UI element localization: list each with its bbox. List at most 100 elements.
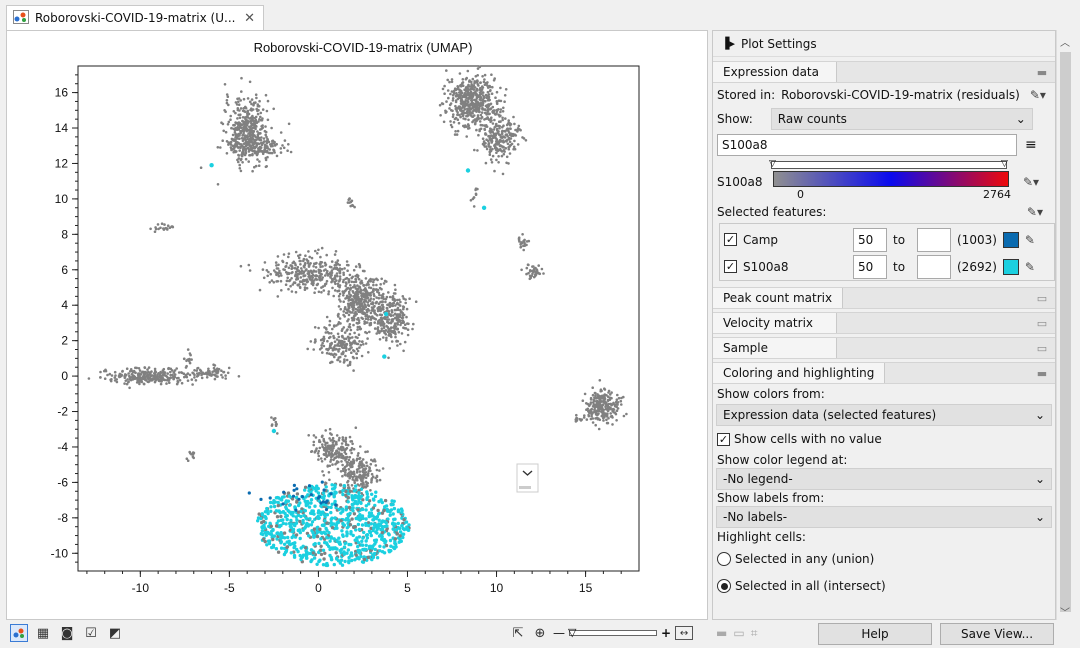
zoom-out-icon[interactable]: — — [553, 626, 565, 640]
cell-point — [266, 155, 269, 159]
cell-point — [338, 483, 343, 487]
scroll-down-icon[interactable]: ﹀ — [1060, 604, 1070, 619]
cell-point — [352, 461, 356, 464]
collapse-icon[interactable]: ▬ — [1029, 62, 1055, 82]
cell-point — [190, 378, 194, 381]
cell-point — [254, 101, 257, 104]
collapse-icon[interactable]: ▬ — [1029, 363, 1055, 383]
feature-search-input[interactable]: S100a8 — [717, 134, 1017, 156]
scroll-up-icon[interactable]: ︿ — [1060, 34, 1070, 49]
labels-dropdown[interactable]: -No labels- ⌄ — [716, 506, 1052, 528]
plot-settings-header[interactable]: ▐▸ Plot Settings — [713, 31, 1055, 57]
fit-width-icon[interactable]: ↔ — [675, 626, 694, 640]
zoom-slider-handle[interactable]: ▽ — [568, 626, 576, 639]
cell-point — [113, 370, 117, 374]
section-peak-count-matrix[interactable]: Peak count matrix ▭ — [713, 287, 1055, 309]
chevron-down-icon[interactable] — [516, 463, 539, 493]
pin-icon[interactable]: ⌗ — [751, 626, 758, 641]
cell-point — [241, 134, 245, 137]
color-swatch[interactable] — [1002, 258, 1019, 275]
table-view-icon[interactable]: ▦ — [34, 624, 52, 642]
pointer-icon[interactable]: ⇱ — [509, 624, 527, 642]
scroll-thumb[interactable] — [1060, 52, 1071, 612]
edit-icon[interactable]: ✎▾ — [1027, 205, 1043, 219]
union-radio[interactable] — [717, 552, 731, 566]
cell-point — [221, 376, 224, 379]
cell-point — [360, 479, 363, 483]
range-slider[interactable] — [771, 161, 1007, 169]
cell-point — [382, 282, 386, 285]
document-tab[interactable]: Roborovski-COVID-19-matrix (U... ✕ — [6, 5, 264, 30]
cell-point — [603, 388, 607, 391]
cell-point — [287, 143, 290, 146]
cell-point — [291, 283, 295, 286]
edit-icon[interactable]: ✎ — [1025, 233, 1035, 247]
cell-point — [167, 379, 170, 382]
umap-view-icon[interactable] — [10, 624, 28, 642]
stored-in-label: Stored in: — [717, 88, 776, 102]
section-coloring[interactable]: Coloring and highlighting ▬ — [713, 362, 1055, 384]
zoom-icon[interactable]: ⊕ — [531, 624, 549, 642]
folder-icon[interactable]: ▭ — [733, 626, 744, 641]
range-handle-min[interactable]: ▽ — [769, 159, 776, 169]
color-swatch[interactable] — [1002, 231, 1019, 248]
gallery-view-icon[interactable]: ◩ — [106, 624, 124, 642]
folder-icon[interactable]: ▭ — [1029, 313, 1055, 333]
zoom-slider[interactable]: ▽ — [568, 626, 657, 639]
show-colors-dropdown[interactable]: Expression data (selected features) ⌄ — [716, 404, 1052, 426]
close-icon[interactable]: ✕ — [244, 11, 255, 26]
show-no-value-checkbox[interactable]: ✓ — [717, 432, 730, 446]
cell-point — [329, 555, 333, 560]
edit-icon[interactable]: ✎ — [1025, 260, 1035, 274]
report-view-icon[interactable]: ◙ — [58, 624, 76, 642]
cell-point — [338, 347, 341, 351]
section-velocity-matrix[interactable]: Velocity matrix ▭ — [713, 312, 1055, 334]
intersect-radio[interactable] — [717, 579, 731, 593]
cell-point — [208, 372, 212, 375]
feature-checkbox[interactable]: ✓ — [724, 260, 737, 273]
umap-plot[interactable]: Roborovski-COVID-19-matrix (UMAP) -10 -5 0… — [7, 31, 709, 621]
collapse-panel-icon[interactable]: ▐▸ — [721, 37, 735, 50]
cell-point — [292, 260, 296, 264]
plot-settings-panel: ▐▸ Plot Settings Expression data ▬ Store… — [712, 30, 1056, 620]
legend-dropdown[interactable]: -No legend- ⌄ — [716, 468, 1052, 490]
folder-icon[interactable]: ▭ — [1029, 338, 1055, 358]
cell-point — [163, 371, 167, 374]
cell-point — [348, 287, 351, 291]
cell-point — [264, 133, 268, 137]
edit-icon[interactable]: ✎▾ — [1030, 88, 1046, 102]
cell-point — [598, 379, 602, 382]
cell-point — [350, 484, 354, 487]
feature-checkbox[interactable]: ✓ — [724, 233, 737, 246]
cell-point — [466, 127, 470, 130]
save-view-button[interactable]: Save View... — [940, 623, 1054, 645]
collapse-all-icon[interactable]: ▬ — [716, 626, 727, 641]
feature-max-input[interactable] — [917, 254, 951, 279]
cell-point — [473, 81, 476, 85]
section-expression-data[interactable]: Expression data ▬ — [713, 61, 1055, 83]
cell-point — [334, 267, 338, 271]
feature-min-input[interactable]: 50 — [853, 227, 887, 252]
plot-area[interactable]: Roborovski-COVID-19-matrix (UMAP) -10 -5 0… — [6, 30, 708, 620]
filter-menu-icon[interactable]: ≡ — [1025, 137, 1037, 153]
cell-point — [387, 291, 390, 294]
section-sample[interactable]: Sample ▭ — [713, 337, 1055, 359]
cell-point — [146, 380, 150, 384]
range-handle-max[interactable]: ▽ — [1001, 159, 1008, 169]
cell-point — [496, 140, 499, 144]
cell-point — [499, 86, 502, 90]
show-dropdown[interactable]: Raw counts ⌄ — [770, 108, 1033, 130]
cell-point — [404, 327, 408, 330]
settings-scrollbar[interactable]: ︿ ﹀ — [1056, 30, 1074, 620]
feature-min-input[interactable]: 50 — [853, 254, 887, 279]
folder-icon[interactable]: ▭ — [1029, 288, 1055, 308]
history-view-icon[interactable]: ☑ — [82, 624, 100, 642]
cell-point — [504, 147, 507, 150]
help-button[interactable]: Help — [818, 623, 932, 645]
cell-point — [254, 124, 258, 128]
edit-icon[interactable]: ✎▾ — [1023, 175, 1039, 189]
cell-point — [525, 266, 529, 270]
zoom-in-icon[interactable]: + — [661, 626, 671, 640]
cell-point — [361, 317, 365, 321]
feature-max-input[interactable] — [917, 227, 951, 252]
